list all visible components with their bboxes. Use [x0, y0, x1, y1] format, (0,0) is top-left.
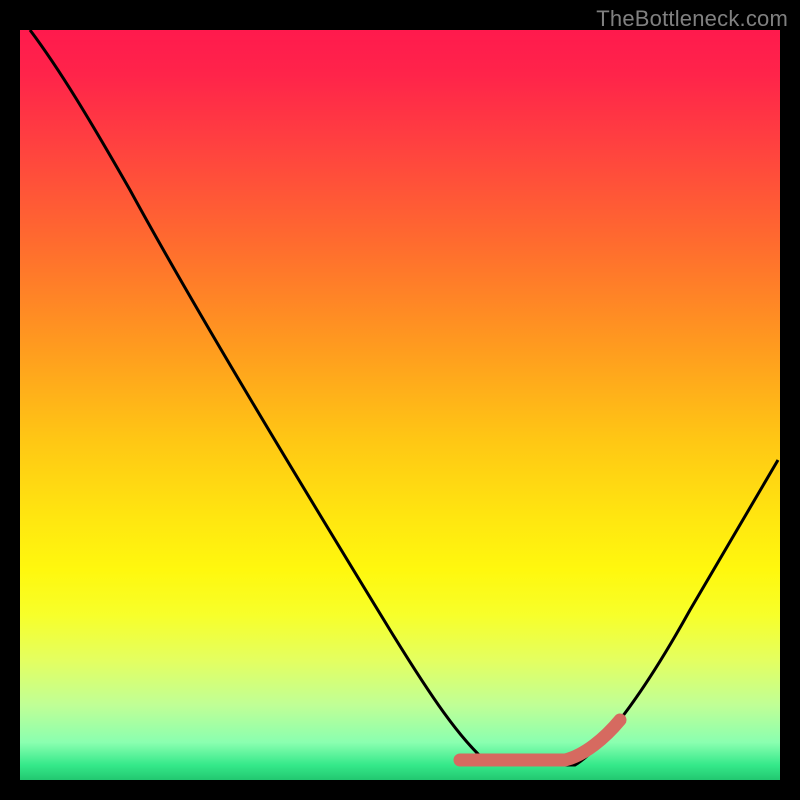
curve-path: [30, 30, 778, 765]
recommended-range-marker: [460, 720, 620, 760]
chart-frame: TheBottleneck.com: [0, 0, 800, 800]
watermark-text: TheBottleneck.com: [596, 6, 788, 32]
plot-area: [20, 30, 780, 780]
bottleneck-curve: [20, 30, 780, 780]
